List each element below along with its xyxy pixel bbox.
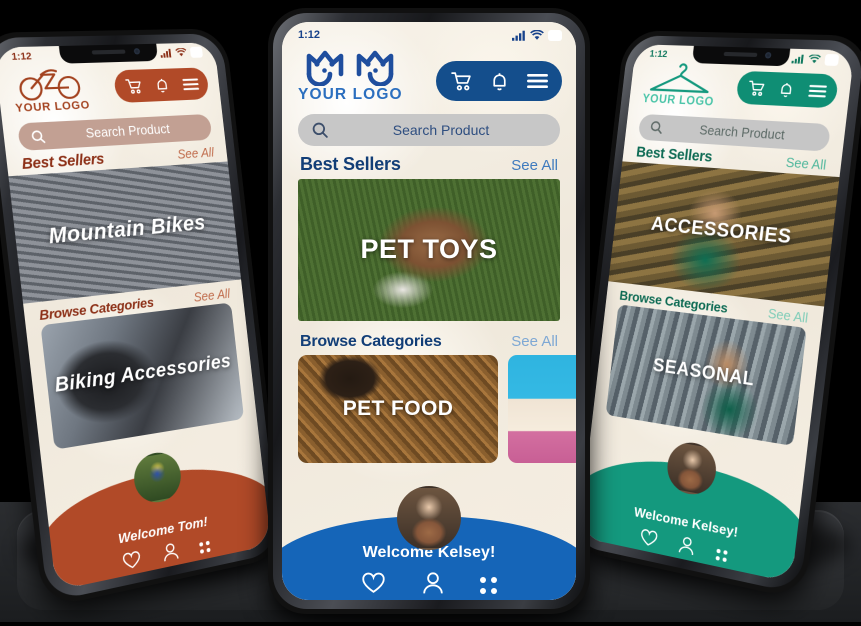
- card-caption: ACCESSORIES: [650, 213, 793, 249]
- section-title: Best Sellers: [300, 154, 401, 175]
- battery-indicator: 75: [824, 54, 839, 66]
- search-icon: [650, 120, 664, 134]
- search-input[interactable]: Search Product: [669, 121, 818, 144]
- bell-icon[interactable]: [770, 79, 803, 101]
- cat-dog-icon: [302, 44, 398, 86]
- header-nav-pill: [436, 61, 562, 101]
- status-time: 1:12: [298, 29, 320, 41]
- cellular-signal-icon: [160, 48, 172, 57]
- grid-icon[interactable]: [199, 541, 211, 554]
- phone-left: 1:12 75 YOUR LOGO Search Product Best Se…: [0, 28, 285, 608]
- browse-categories-card[interactable]: PET FOOD: [298, 355, 498, 463]
- wifi-icon: [530, 30, 544, 41]
- earpiece-speaker: [723, 52, 757, 57]
- user-icon[interactable]: [161, 541, 180, 568]
- brand-logo[interactable]: YOUR LOGO: [298, 44, 403, 103]
- phone-left-screen: 1:12 75 YOUR LOGO Search Product Best Se…: [0, 42, 271, 590]
- user-icon[interactable]: [677, 535, 696, 562]
- status-indicators: 75: [512, 30, 562, 41]
- section-header-best-sellers: Best Sellers See All: [282, 146, 576, 179]
- see-all-link[interactable]: See All: [767, 306, 809, 326]
- cart-icon[interactable]: [442, 69, 480, 93]
- header-nav-pill: [113, 67, 210, 103]
- card-caption: SEASONAL: [652, 355, 756, 391]
- section-title: Best Sellers: [635, 144, 713, 165]
- battery-indicator: 75: [548, 30, 562, 41]
- earpiece-speaker: [92, 50, 126, 55]
- search-bar[interactable]: Search Product: [298, 114, 560, 146]
- status-indicators: 75: [791, 53, 839, 66]
- grid-icon[interactable]: [715, 548, 727, 562]
- phone-center-frame: 1:12 75 YOUR LOGO Search Product Best Se…: [273, 13, 585, 609]
- status-time: 1:12: [11, 51, 32, 63]
- brand-logo[interactable]: YOUR LOGO: [11, 64, 91, 115]
- status-bar: 1:12 75: [282, 22, 576, 41]
- app-footer: Welcome Kelsey!: [282, 516, 576, 600]
- heart-icon[interactable]: [121, 549, 142, 576]
- heart-icon[interactable]: [361, 572, 386, 599]
- phone-center: 1:12 75 YOUR LOGO Search Product Best Se…: [268, 8, 590, 614]
- phone-notch: [59, 44, 158, 64]
- logo-text: YOUR LOGO: [298, 87, 403, 103]
- see-all-link[interactable]: See All: [511, 157, 558, 174]
- see-all-link[interactable]: See All: [177, 146, 215, 162]
- search-icon: [31, 129, 46, 143]
- section-title: Browse Categories: [300, 333, 442, 351]
- front-camera: [134, 48, 140, 54]
- section-header-browse-categories: Browse Categories See All: [282, 321, 576, 355]
- hamburger-menu-icon[interactable]: [175, 73, 205, 94]
- see-all-link[interactable]: See All: [193, 287, 231, 305]
- cellular-signal-icon: [512, 30, 526, 41]
- tab-bar: [361, 571, 497, 600]
- front-camera: [765, 52, 772, 58]
- wifi-icon: [808, 54, 822, 64]
- phone-right-screen: 1:12 75 YOUR LOGO Search Product Best Se…: [579, 44, 855, 582]
- status-indicators: 75: [160, 47, 203, 59]
- card-caption: Biking Accessories: [54, 351, 233, 397]
- phone-notch: [692, 46, 790, 66]
- user-icon[interactable]: [422, 571, 444, 600]
- search-input[interactable]: Search Product: [336, 122, 546, 138]
- avatar[interactable]: [397, 486, 461, 550]
- see-all-link[interactable]: See All: [785, 155, 827, 172]
- battery-indicator: 75: [190, 47, 203, 58]
- phone-left-frame: 1:12 75 YOUR LOGO Search Product Best Se…: [0, 33, 280, 602]
- header-nav-pill: [735, 71, 839, 109]
- section-title: Best Sellers: [21, 151, 105, 173]
- scene: 1:12 75 YOUR LOGO Search Product Best Se…: [0, 0, 861, 622]
- bicycle-icon: [15, 64, 85, 102]
- see-all-link[interactable]: See All: [511, 333, 558, 350]
- card-caption: PET FOOD: [343, 397, 454, 421]
- grid-icon[interactable]: [480, 577, 497, 594]
- best-sellers-card[interactable]: PET TOYS: [298, 179, 560, 321]
- brand-logo[interactable]: YOUR LOGO: [642, 61, 719, 109]
- browse-categories-card-next[interactable]: [508, 355, 576, 463]
- cart-icon[interactable]: [118, 75, 149, 96]
- hamburger-menu-icon[interactable]: [800, 80, 834, 102]
- wifi-icon: [175, 48, 187, 57]
- status-time: 1:12: [649, 49, 668, 61]
- category-carousel[interactable]: PET FOOD: [282, 355, 576, 463]
- bell-icon[interactable]: [480, 69, 518, 93]
- search-input[interactable]: Search Product: [52, 120, 200, 142]
- phone-center-screen: 1:12 75 YOUR LOGO Search Product Best Se…: [282, 22, 576, 600]
- heart-icon[interactable]: [638, 527, 658, 553]
- card-caption: Mountain Bikes: [47, 212, 206, 249]
- app-header: YOUR LOGO: [282, 41, 576, 103]
- cellular-signal-icon: [791, 54, 804, 64]
- search-icon: [312, 122, 328, 138]
- cart-icon[interactable]: [740, 77, 772, 99]
- card-caption: PET TOYS: [360, 234, 497, 265]
- hamburger-menu-icon[interactable]: [518, 69, 556, 93]
- bell-icon[interactable]: [147, 74, 178, 95]
